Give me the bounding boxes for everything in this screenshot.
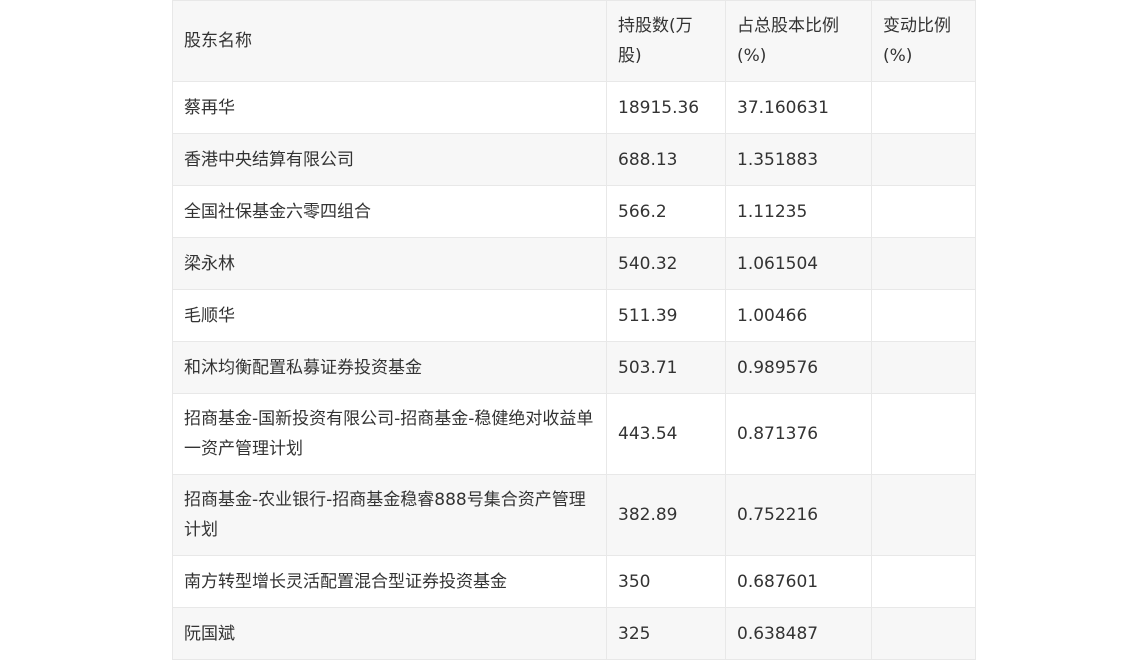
cell-change	[871, 289, 976, 342]
table-row: 毛顺华 511.39 1.00466	[172, 289, 976, 342]
cell-ratio: 1.00466	[725, 289, 872, 342]
shareholder-table-container: 股东名称 持股数(万股) 占总股本比例(%) 变动比例(%) 蔡再华 18915…	[172, 0, 976, 660]
shareholder-table: 股东名称 持股数(万股) 占总股本比例(%) 变动比例(%) 蔡再华 18915…	[172, 0, 976, 660]
table-body: 蔡再华 18915.36 37.160631 香港中央结算有限公司 688.13…	[172, 81, 976, 660]
cell-change	[871, 341, 976, 394]
cell-shares: 350	[606, 555, 726, 608]
cell-name: 阮国斌	[172, 607, 607, 660]
header-shares: 持股数(万股)	[606, 0, 726, 82]
cell-ratio: 0.638487	[725, 607, 872, 660]
cell-change	[871, 81, 976, 134]
cell-shares: 382.89	[606, 474, 726, 556]
cell-ratio: 0.871376	[725, 393, 872, 475]
cell-ratio: 0.989576	[725, 341, 872, 394]
cell-shares: 511.39	[606, 289, 726, 342]
cell-ratio: 0.687601	[725, 555, 872, 608]
cell-shares: 443.54	[606, 393, 726, 475]
cell-name: 毛顺华	[172, 289, 607, 342]
table-row: 阮国斌 325 0.638487	[172, 607, 976, 660]
table-row: 南方转型增长灵活配置混合型证券投资基金 350 0.687601	[172, 555, 976, 608]
table-row: 蔡再华 18915.36 37.160631	[172, 81, 976, 134]
table-row: 招商基金-国新投资有限公司-招商基金-稳健绝对收益单一资产管理计划 443.54…	[172, 393, 976, 475]
cell-shares: 18915.36	[606, 81, 726, 134]
cell-ratio: 1.061504	[725, 237, 872, 290]
cell-change	[871, 393, 976, 475]
cell-change	[871, 474, 976, 556]
cell-shares: 503.71	[606, 341, 726, 394]
table-row: 梁永林 540.32 1.061504	[172, 237, 976, 290]
header-ratio: 占总股本比例(%)	[725, 0, 872, 82]
table-row: 和沐均衡配置私募证券投资基金 503.71 0.989576	[172, 341, 976, 394]
header-shareholder-name: 股东名称	[172, 0, 607, 82]
cell-change	[871, 133, 976, 186]
cell-shares: 540.32	[606, 237, 726, 290]
table-row: 招商基金-农业银行-招商基金稳睿888号集合资产管理计划 382.89 0.75…	[172, 474, 976, 556]
cell-shares: 566.2	[606, 185, 726, 238]
cell-ratio: 1.351883	[725, 133, 872, 186]
cell-shares: 325	[606, 607, 726, 660]
cell-change	[871, 555, 976, 608]
cell-ratio: 1.11235	[725, 185, 872, 238]
cell-name: 招商基金-农业银行-招商基金稳睿888号集合资产管理计划	[172, 474, 607, 556]
cell-ratio: 37.160631	[725, 81, 872, 134]
table-row: 全国社保基金六零四组合 566.2 1.11235	[172, 185, 976, 238]
header-change: 变动比例(%)	[871, 0, 976, 82]
table-header: 股东名称 持股数(万股) 占总股本比例(%) 变动比例(%)	[172, 0, 976, 82]
cell-name: 全国社保基金六零四组合	[172, 185, 607, 238]
header-row: 股东名称 持股数(万股) 占总股本比例(%) 变动比例(%)	[172, 0, 976, 82]
cell-change	[871, 237, 976, 290]
cell-name: 南方转型增长灵活配置混合型证券投资基金	[172, 555, 607, 608]
cell-name: 梁永林	[172, 237, 607, 290]
table-row: 香港中央结算有限公司 688.13 1.351883	[172, 133, 976, 186]
cell-shares: 688.13	[606, 133, 726, 186]
cell-name: 招商基金-国新投资有限公司-招商基金-稳健绝对收益单一资产管理计划	[172, 393, 607, 475]
cell-name: 香港中央结算有限公司	[172, 133, 607, 186]
cell-change	[871, 607, 976, 660]
cell-change	[871, 185, 976, 238]
cell-name: 蔡再华	[172, 81, 607, 134]
cell-ratio: 0.752216	[725, 474, 872, 556]
cell-name: 和沐均衡配置私募证券投资基金	[172, 341, 607, 394]
